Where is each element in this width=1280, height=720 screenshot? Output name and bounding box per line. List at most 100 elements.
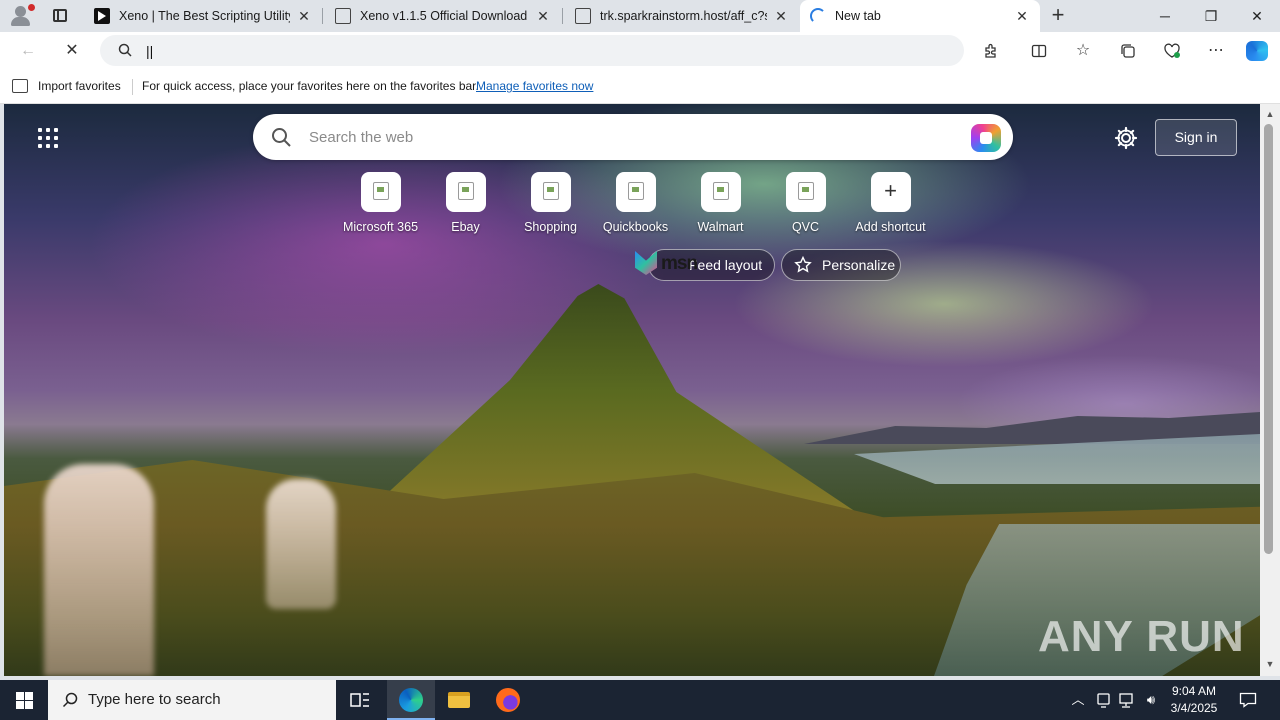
broken-image-icon [797,182,814,200]
tab-xeno-home[interactable]: Xeno | The Best Scripting Utility ✕ [84,2,322,30]
background-waterfall [44,464,154,676]
document-icon [335,8,351,24]
favorites-bar: Import favorites For quick access, place… [0,70,1280,104]
close-icon[interactable]: ✕ [535,8,551,25]
task-view-icon[interactable] [336,680,384,720]
profile-avatar-icon[interactable] [8,4,35,28]
tab-strip: Xeno | The Best Scripting Utility ✕ Xeno… [0,0,1280,32]
import-icon [12,79,28,93]
shortcut-quickbooks[interactable]: Quickbooks [593,172,678,234]
shortcut-label: Add shortcut [855,220,926,234]
manage-favorites-link[interactable]: Manage favorites now [476,79,593,93]
extensions-icon[interactable] [979,39,1003,63]
split-screen-icon[interactable] [1027,39,1051,63]
personalize-button[interactable]: Personalize [781,249,901,281]
taskbar-search-box[interactable]: Type here to search [48,680,336,720]
broken-image-icon [457,182,474,200]
favbar-separator [132,79,133,95]
volume-icon[interactable]: 🔊︎ [1140,680,1162,720]
apps-launcher-icon[interactable] [34,126,62,150]
copilot-icon[interactable] [971,124,1001,152]
tab-title: Xeno v1.1.5 Official Download [360,9,528,23]
file-explorer-icon[interactable] [435,680,483,720]
tab-xeno-download[interactable]: Xeno v1.1.5 Official Download ✕ [323,2,561,30]
msn-logo[interactable]: msn [635,249,705,279]
copilot-icon[interactable] [1245,39,1269,63]
tab-new-tab[interactable]: New tab ✕ [800,0,1040,32]
import-favorites-button[interactable]: Import favorites [12,79,121,93]
shortcut-walmart[interactable]: Walmart [678,172,763,234]
scroll-down-arrow-icon[interactable]: ▼ [1264,658,1276,670]
shortcut-label: Microsoft 365 [342,220,419,234]
sign-in-button[interactable]: Sign in [1155,119,1237,156]
tab-title: Xeno | The Best Scripting Utility [119,9,290,23]
favorites-star-icon[interactable]: ☆ [1071,39,1095,63]
system-clock[interactable]: 9:04 AM 3/4/2025 [1166,683,1222,717]
taskbar-search-placeholder: Type here to search [88,691,221,708]
shortcuts-row: Microsoft 365 Ebay Shopping Quickbooks W… [338,172,933,234]
search-icon [272,128,291,147]
close-icon[interactable]: ✕ [773,8,789,25]
import-favorites-label: Import favorites [38,79,121,93]
loading-icon [810,8,826,24]
favorites-hint: For quick access, place your favorites h… [142,79,479,93]
search-icon [62,692,78,708]
anyrun-watermark: ANY RUN [1038,612,1245,661]
network-icon[interactable] [1116,680,1136,720]
web-search-box[interactable] [253,114,1013,160]
web-search-input[interactable] [309,126,929,148]
shortcut-shopping[interactable]: Shopping [508,172,593,234]
scroll-up-arrow-icon[interactable]: ▲ [1264,108,1276,120]
shortcut-label: Shopping [524,220,577,234]
more-menu-icon[interactable]: ⋯ [1204,39,1228,63]
msn-butterfly-icon [635,251,657,275]
tab-tracking-link[interactable]: trk.sparkrainstorm.host/aff_c?source=...… [563,2,799,30]
show-hidden-icons-chevron-icon[interactable]: ︿ [1068,680,1088,720]
stop-loading-button[interactable]: ✕ [60,39,84,63]
new-tab-button[interactable]: + [1048,4,1068,26]
msn-wordmark: msn [661,253,698,274]
shortcut-qvc[interactable]: QVC [763,172,848,234]
scrollbar-thumb[interactable] [1264,124,1273,554]
shortcut-label: QVC [791,220,820,234]
browser-toolbar: ← ✕ ☆ ⋯ [0,32,1280,70]
collections-icon[interactable] [1116,39,1140,63]
personalize-label: Personalize [822,257,896,273]
background-waterfall [266,479,336,609]
clock-date: 3/4/2025 [1170,701,1218,715]
address-bar[interactable] [100,35,964,66]
shortcut-ebay[interactable]: Ebay [423,172,508,234]
new-tab-page: Sign in Microsoft 365 Ebay Shopping Quic… [4,104,1260,676]
shortcut-label: Ebay [451,220,480,234]
firefox-icon[interactable] [484,680,532,720]
device-icon[interactable] [1094,680,1112,720]
address-input[interactable] [146,40,926,62]
shortcut-microsoft-365[interactable]: Microsoft 365 [338,172,423,234]
page-scrollbar[interactable]: ▲ ▼ [1260,104,1280,676]
tab-title: New tab [835,9,881,23]
xeno-logo-icon [94,8,110,24]
windows-taskbar: Type here to search ︿ 🔊︎ 9:04 AM 3/4/202… [0,680,1280,720]
shortcut-label: Walmart [697,220,744,234]
document-icon [575,8,591,24]
tab-actions-icon[interactable] [50,6,70,26]
broken-image-icon [712,182,729,200]
settings-gear-icon[interactable] [1114,126,1138,150]
search-icon [118,43,132,57]
start-button[interactable] [0,680,48,720]
plus-icon: + [870,172,911,212]
restore-button[interactable]: ❐ [1188,0,1234,32]
tab-title: trk.sparkrainstorm.host/aff_c?source=... [600,9,767,23]
clock-time: 9:04 AM [1171,684,1217,698]
broken-image-icon [627,182,644,200]
edge-taskbar-icon[interactable] [387,680,435,720]
close-window-button[interactable]: ✕ [1234,0,1280,32]
close-icon[interactable]: ✕ [1014,8,1030,25]
notifications-icon[interactable] [1234,680,1262,720]
add-shortcut-button[interactable]: + Add shortcut [848,172,933,234]
browser-essentials-icon[interactable] [1160,39,1184,63]
personalize-icon [794,256,812,273]
close-icon[interactable]: ✕ [296,8,312,25]
minimize-button[interactable]: ─ [1142,0,1188,32]
back-button[interactable]: ← [16,39,40,63]
